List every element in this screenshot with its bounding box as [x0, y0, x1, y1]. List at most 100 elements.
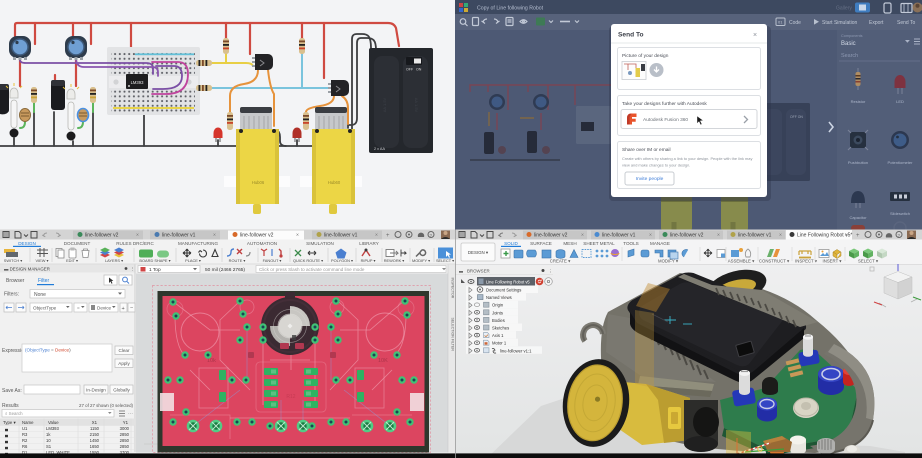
svg-text:Line Following Robot v5: Line Following Robot v5: [486, 280, 530, 285]
svg-text:Filters:: Filters:: [4, 292, 19, 298]
svg-text:EDIT ▾: EDIT ▾: [66, 258, 78, 263]
svg-text:OFF: OFF: [406, 68, 414, 72]
svg-text:×: ×: [845, 233, 848, 239]
svg-text:MANAGE: MANAGE: [650, 241, 670, 246]
svg-text:R6: R6: [22, 444, 28, 449]
svg-text:MODIFY ▾: MODIFY ▾: [658, 259, 678, 264]
svg-text:⋮: ⋮: [548, 269, 552, 274]
svg-text:VIEW ▾: VIEW ▾: [36, 258, 49, 263]
svg-text:Origin: Origin: [492, 303, 504, 308]
svg-text:10k: 10k: [207, 358, 216, 364]
svg-text:view and make changes to your: view and make changes to your design.: [622, 163, 690, 168]
svg-text:Code: Code: [789, 20, 801, 26]
svg-text:Share over IM or email: Share over IM or email: [622, 147, 671, 153]
svg-text:3000: 3000: [120, 426, 130, 431]
svg-text:line-follower v2: line-follower v2: [240, 233, 274, 239]
svg-text:Results: Results: [2, 403, 19, 409]
svg-text:50 mil (2466 2765): 50 mil (2466 2765): [205, 267, 245, 273]
svg-text:Gallery: Gallery: [836, 6, 852, 12]
svg-text:AUTOMATION: AUTOMATION: [247, 241, 277, 246]
svg-text:10: 10: [46, 438, 51, 443]
svg-text:INSPECT ▾: INSPECT ▾: [795, 259, 817, 264]
svg-text:Send To: Send To: [897, 20, 915, 26]
svg-text:SOLID: SOLID: [504, 241, 518, 246]
svg-text:AA 1.5V: AA 1.5V: [382, 97, 387, 112]
svg-text:CREATE ▾: CREATE ▾: [550, 259, 570, 264]
svg-text:Filter: Filter: [38, 278, 49, 284]
svg-text:Named Views: Named Views: [486, 295, 512, 300]
svg-text:SELECTION FILTER: SELECTION FILTER: [451, 318, 455, 352]
svg-text:X1: X1: [92, 420, 98, 425]
svg-text:⌕ Search: ⌕ Search: [5, 411, 23, 416]
svg-text:2150: 2150: [90, 432, 100, 437]
svg-text:None: None: [34, 292, 46, 298]
svg-text:FANOUT ▾: FANOUT ▾: [263, 258, 282, 263]
svg-text:ROUTE ▾: ROUTE ▾: [229, 258, 246, 263]
svg-text:Picture of your design: Picture of your design: [622, 53, 669, 59]
svg-text:2850: 2850: [120, 444, 130, 449]
svg-text:R3: R3: [22, 432, 28, 437]
svg-text:Components: Components: [841, 34, 863, 38]
svg-text:2 x AA: 2 x AA: [374, 147, 385, 151]
svg-text:LM393: LM393: [131, 80, 144, 85]
svg-text:BOARD SHAPE ▾: BOARD SHAPE ▾: [139, 258, 170, 263]
svg-text:Axis 1: Axis 1: [492, 333, 504, 338]
svg-text:TOOLS: TOOLS: [623, 241, 639, 246]
svg-text:×: ×: [296, 233, 299, 239]
svg-text:⋯: ⋯: [128, 412, 133, 418]
svg-text:×: ×: [581, 233, 584, 239]
svg-text:MESH: MESH: [563, 241, 576, 246]
svg-text:Click or press Slash to activa: Click or press Slash to activate command…: [259, 267, 365, 272]
svg-text:SELECT ▾: SELECT ▾: [436, 258, 454, 263]
svg-text:ObjectType: ObjectType: [33, 306, 57, 311]
svg-text:MANUFACTURING: MANUFACTURING: [178, 241, 218, 246]
svg-text:×: ×: [375, 233, 378, 239]
svg-text:Value: Value: [48, 420, 59, 425]
svg-text:Search: Search: [841, 53, 858, 59]
svg-text:CONSTRUCT ▾: CONSTRUCT ▾: [759, 259, 789, 264]
svg-text:SELECT ▾: SELECT ▾: [858, 259, 878, 264]
svg-text:Type ▾: Type ▾: [3, 420, 16, 425]
svg-text:Invite people: Invite people: [636, 176, 664, 182]
svg-text:DESIGN ▾: DESIGN ▾: [468, 250, 488, 255]
svg-text:R2: R2: [22, 438, 28, 443]
svg-text:BROWSER: BROWSER: [467, 269, 490, 274]
svg-text:DESIGN: DESIGN: [18, 241, 36, 246]
svg-text:−: −: [130, 305, 133, 311]
svg-text:▬ DESIGN MANAGER: ▬ DESIGN MANAGER: [4, 267, 50, 272]
svg-text:SWITCH ▾: SWITCH ▾: [4, 258, 22, 263]
svg-text:=: =: [77, 306, 80, 311]
svg-text:R12: R12: [286, 394, 295, 400]
svg-text:line-follower v2: line-follower v2: [85, 233, 119, 239]
svg-text:INSPECTOR: INSPECTOR: [451, 278, 455, 299]
svg-text:Create with others by sharing: Create with others by sharing a link to …: [622, 156, 752, 161]
svg-text:INSERT ▾: INSERT ▾: [823, 259, 842, 264]
svg-text:×: ×: [753, 32, 757, 39]
svg-text:AA 1.5V: AA 1.5V: [414, 98, 419, 113]
svg-text:ON: ON: [416, 68, 422, 72]
svg-text:Document Settings: Document Settings: [486, 288, 521, 293]
svg-text:Save As:: Save As:: [2, 388, 22, 394]
svg-text:×: ×: [649, 233, 652, 239]
svg-text:Take your designs further with: Take your designs further with Autodesk: [622, 101, 707, 107]
svg-text:Motor 1: Motor 1: [492, 341, 507, 346]
svg-text:In-Design: In-Design: [86, 388, 106, 393]
svg-text:POLYGON ▾: POLYGON ▾: [331, 258, 353, 263]
svg-text:LAYERS ▾: LAYERS ▾: [105, 258, 123, 263]
svg-text:RULES DRC/ERC: RULES DRC/ERC: [116, 241, 154, 246]
svg-text:Copy of Line following Robot: Copy of Line following Robot: [477, 6, 544, 12]
svg-text:LIBRARY: LIBRARY: [359, 241, 379, 246]
svg-text:Apply: Apply: [118, 361, 130, 366]
svg-text:Export: Export: [869, 20, 884, 26]
svg-text:+: +: [386, 233, 390, 239]
svg-text:Device: Device: [97, 306, 111, 311]
svg-text:OFF ON: OFF ON: [790, 115, 803, 119]
svg-text:1 Top: 1 Top: [149, 267, 161, 273]
svg-text:Globally: Globally: [113, 388, 130, 393]
svg-text:Hub60: Hub60: [328, 180, 341, 185]
svg-text:S1: S1: [46, 444, 52, 449]
svg-text:1650: 1650: [90, 444, 100, 449]
svg-text:line-follower v1: line-follower v1: [738, 233, 772, 239]
svg-text:Hub06: Hub06: [252, 180, 265, 185]
svg-text:Pushbutton: Pushbutton: [848, 160, 868, 165]
